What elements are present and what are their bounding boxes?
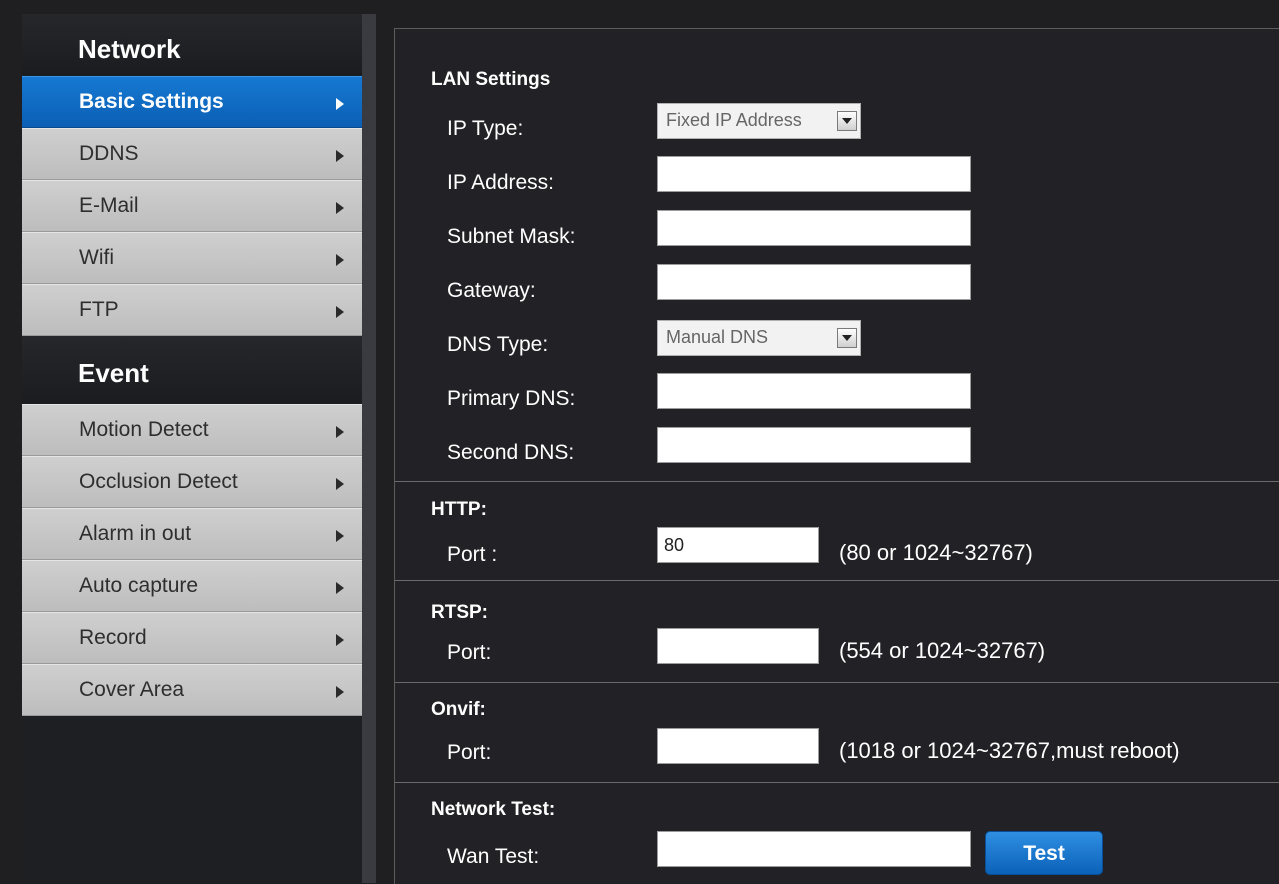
chevron-right-icon [336,634,344,646]
network-test-title: Network Test: [431,799,556,820]
sidebar-item-ftp[interactable]: FTP [22,284,362,336]
sidebar-item-occlusion-detect[interactable]: Occlusion Detect [22,456,362,508]
second-dns-input[interactable] [657,427,971,463]
ip-type-value: Fixed IP Address [666,110,802,130]
onvif-port-input[interactable] [657,728,819,764]
chevron-right-icon [336,582,344,594]
http-port-label: Port : [447,543,498,566]
sidebar-item-label: Auto capture [79,574,199,597]
ip-type-select[interactable]: Fixed IP Address [657,103,861,139]
chevron-right-icon [336,98,344,110]
chevron-right-icon [336,150,344,162]
wan-test-input[interactable] [657,831,971,867]
sidebar-item-label: Basic Settings [79,90,224,113]
chevron-right-icon [336,478,344,490]
chevron-down-icon[interactable] [837,111,857,131]
chevron-right-icon [336,306,344,318]
section-divider [395,481,1279,482]
settings-panel: LAN Settings IP Type: Fixed IP Address I… [394,28,1279,884]
sidebar-item-record[interactable]: Record [22,612,362,664]
sidebar-item-auto-capture[interactable]: Auto capture [22,560,362,612]
http-port-hint: (80 or 1024~32767) [839,540,1033,565]
dns-type-value: Manual DNS [666,327,769,347]
subnet-mask-input[interactable] [657,210,971,246]
sidebar-item-label: Wifi [79,246,114,269]
section-divider [395,580,1279,581]
chevron-right-icon [336,426,344,438]
chevron-right-icon [336,530,344,542]
sidebar-divider [362,14,376,883]
sidebar-item-alarm-in-out[interactable]: Alarm in out [22,508,362,560]
dns-type-select[interactable]: Manual DNS [657,320,861,356]
sidebar-item-label: Alarm in out [79,522,192,545]
section-divider [395,782,1279,783]
sidebar-item-basic-settings[interactable]: Basic Settings [22,76,362,128]
rtsp-port-label: Port: [447,641,492,664]
ip-address-input[interactable] [657,156,971,192]
onvif-port-label: Port: [447,741,492,764]
sidebar-item-label: DDNS [79,142,139,165]
chevron-right-icon [336,254,344,266]
http-title: HTTP: [431,499,487,520]
dns-type-label: DNS Type: [447,333,549,356]
primary-dns-input[interactable] [657,373,971,409]
sidebar-item-label: Motion Detect [79,418,209,441]
sidebar-item-wifi[interactable]: Wifi [22,232,362,284]
sidebar-item-ddns[interactable]: DDNS [22,128,362,180]
rtsp-title: RTSP: [431,602,488,623]
second-dns-label: Second DNS: [447,441,575,464]
sidebar: Network Basic Settings DDNS E-Mail Wifi … [22,14,362,883]
ip-type-label: IP Type: [447,117,524,140]
sidebar-item-email[interactable]: E-Mail [22,180,362,232]
subnet-mask-label: Subnet Mask: [447,225,576,248]
gateway-label: Gateway: [447,279,536,302]
sidebar-item-label: Occlusion Detect [79,470,238,493]
gateway-input[interactable] [657,264,971,300]
sidebar-item-cover-area[interactable]: Cover Area [22,664,362,716]
sidebar-item-label: Record [79,626,147,649]
rtsp-port-input[interactable] [657,628,819,664]
primary-dns-label: Primary DNS: [447,387,576,410]
ip-address-label: IP Address: [447,171,555,194]
rtsp-port-hint: (554 or 1024~32767) [839,638,1046,663]
onvif-port-hint: (1018 or 1024~32767,must reboot) [839,738,1180,763]
sidebar-item-label: E-Mail [79,194,139,217]
sidebar-item-label: FTP [79,298,119,321]
sidebar-event-heading: Event [22,336,362,404]
wan-test-label: Wan Test: [447,845,540,868]
chevron-down-icon[interactable] [837,328,857,348]
sidebar-item-label: Cover Area [79,678,185,701]
chevron-right-icon [336,202,344,214]
onvif-title: Onvif: [431,699,486,720]
section-divider [395,682,1279,683]
lan-settings-title: LAN Settings [431,69,551,90]
sidebar-network-heading: Network [22,14,362,76]
test-button[interactable]: Test [985,831,1103,875]
chevron-right-icon [336,686,344,698]
sidebar-item-motion-detect[interactable]: Motion Detect [22,404,362,456]
http-port-input[interactable] [657,527,819,563]
